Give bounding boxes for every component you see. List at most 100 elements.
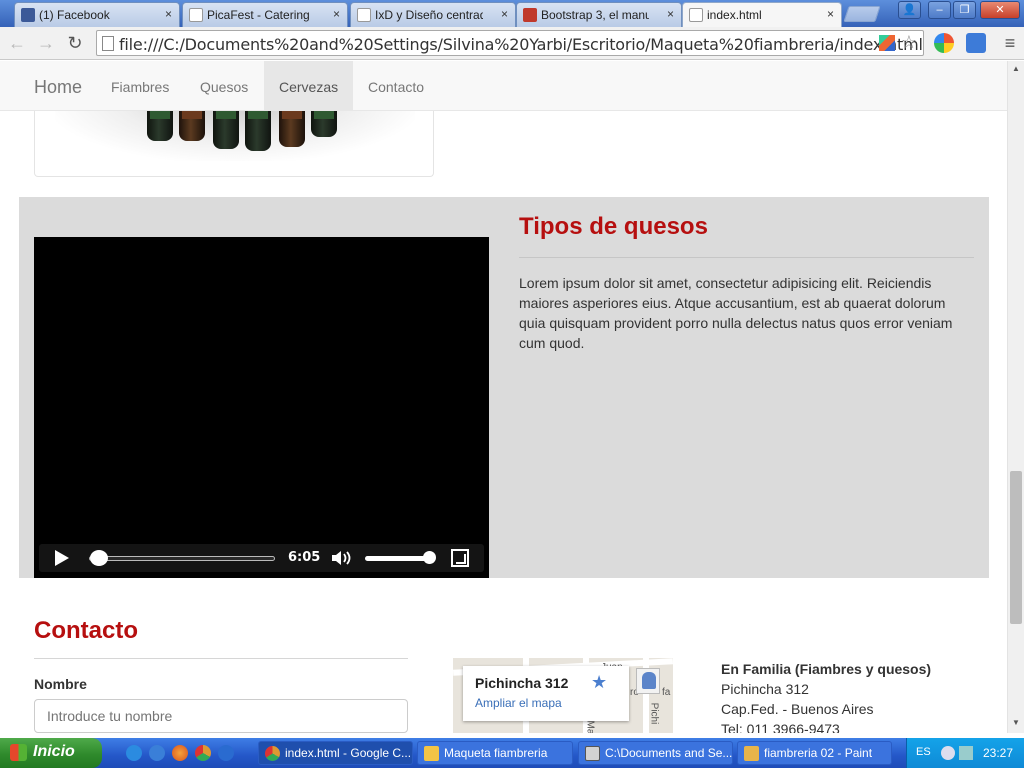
play-icon[interactable] bbox=[55, 550, 69, 566]
scroll-down-icon[interactable]: ▼ bbox=[1012, 718, 1020, 727]
task-label: index.html - Google C... bbox=[285, 746, 412, 760]
tab-label: IxD y Diseño centrado bbox=[375, 8, 483, 22]
maximize-button[interactable]: ❐ bbox=[953, 1, 976, 19]
tab-label: Bootstrap 3, el manual bbox=[541, 8, 649, 22]
location-map[interactable]: Juan Pichi Ma ro fa Pichincha 312 Amplia… bbox=[453, 658, 673, 733]
nav-cervezas[interactable]: Cervezas bbox=[264, 61, 353, 111]
extension-icon[interactable] bbox=[879, 35, 895, 51]
name-label: Nombre bbox=[34, 676, 87, 692]
start-button[interactable]: Inicio bbox=[0, 738, 102, 768]
tab-bootstrap[interactable]: Bootstrap 3, el manual × bbox=[516, 2, 682, 27]
contact-title: Contacto bbox=[34, 617, 138, 644]
windows-flag-icon bbox=[10, 744, 27, 761]
tab-facebook[interactable]: (1) Facebook × bbox=[14, 2, 180, 27]
task-label: C:\Documents and Se... bbox=[605, 746, 733, 760]
quicklaunch-ie-icon[interactable] bbox=[126, 745, 142, 761]
user-button[interactable]: 👤 bbox=[898, 1, 921, 19]
quesos-section: 6:05 Tipos de quesos Lorem ipsum dolor s… bbox=[19, 197, 989, 578]
network-icon[interactable] bbox=[959, 746, 973, 760]
divider bbox=[34, 658, 408, 659]
close-tab-icon[interactable]: × bbox=[333, 7, 340, 21]
map-place-name: Pichincha 312 bbox=[475, 675, 569, 691]
page-icon bbox=[102, 36, 114, 51]
url-text[interactable]: file:///C:/Documents%20and%20Settings/Si… bbox=[119, 35, 923, 54]
close-tab-icon[interactable]: × bbox=[827, 7, 834, 21]
save-star-icon[interactable]: ★ bbox=[591, 672, 607, 693]
browser-toolbar: ← → ↻ file:///C:/Documents%20and%20Setti… bbox=[0, 27, 1024, 60]
tab-label: (1) Facebook bbox=[39, 8, 110, 22]
map-street-label: Ma bbox=[584, 720, 596, 733]
tab-label: index.html bbox=[707, 8, 762, 22]
paint-icon bbox=[744, 746, 759, 761]
scroll-up-icon[interactable]: ▲ bbox=[1012, 64, 1020, 73]
task-chrome[interactable]: index.html - Google C... bbox=[258, 741, 413, 765]
bookmark-star-icon[interactable]: ☆ bbox=[901, 32, 917, 53]
language-indicator[interactable]: ES bbox=[916, 746, 931, 758]
map-info-card: Pichincha 312 Ampliar el mapa ★ bbox=[463, 666, 629, 721]
tab-label: PicaFest - Catering de p bbox=[207, 8, 311, 22]
name-input[interactable] bbox=[34, 699, 408, 733]
chrome-icon[interactable] bbox=[195, 745, 211, 761]
close-tab-icon[interactable]: × bbox=[501, 7, 508, 21]
folder-icon bbox=[424, 746, 439, 761]
street-view-person-icon[interactable] bbox=[636, 668, 660, 694]
tray-expand-icon[interactable] bbox=[941, 746, 955, 760]
quesos-title: Tipos de quesos bbox=[519, 213, 708, 240]
address-city: Cap.Fed. - Buenos Aires bbox=[721, 701, 874, 717]
tab-index[interactable]: index.html × bbox=[682, 2, 842, 27]
tab-picafest[interactable]: PicaFest - Catering de p × bbox=[182, 2, 348, 27]
video-controls: 6:05 bbox=[39, 544, 484, 572]
forward-button[interactable]: → bbox=[34, 31, 58, 55]
address-phone: Tel: 011 3966-9473 bbox=[721, 721, 840, 733]
seek-handle[interactable] bbox=[90, 550, 109, 566]
volume-handle[interactable] bbox=[423, 551, 436, 564]
divider bbox=[519, 257, 974, 258]
page-icon bbox=[189, 8, 203, 22]
task-paint[interactable]: fiambreria 02 - Paint bbox=[737, 741, 892, 765]
firefox-icon[interactable] bbox=[172, 745, 188, 761]
minimize-button[interactable]: – bbox=[928, 1, 951, 19]
nav-fiambres[interactable]: Fiambres bbox=[96, 61, 184, 111]
task-label: Maqueta fiambreria bbox=[444, 746, 548, 760]
reload-button[interactable]: ↻ bbox=[63, 31, 87, 55]
close-tab-icon[interactable]: × bbox=[165, 7, 172, 21]
page-viewport: Home Fiambres Quesos Cervezas Contacto 6… bbox=[0, 61, 1007, 733]
s-extension-icon[interactable] bbox=[966, 33, 986, 53]
address-bar[interactable]: file:///C:/Documents%20and%20Settings/Si… bbox=[96, 30, 924, 56]
chrome-icon bbox=[265, 746, 280, 761]
quesos-paragraph: Lorem ipsum dolor sit amet, consectetur … bbox=[519, 275, 953, 351]
nav-quesos[interactable]: Quesos bbox=[185, 61, 263, 111]
fullscreen-icon[interactable] bbox=[451, 549, 469, 567]
site-navbar: Home Fiambres Quesos Cervezas Contacto bbox=[0, 61, 1007, 111]
address-block: En Familia (Fiambres y quesos) Pichincha… bbox=[721, 659, 931, 733]
color-picker-extension-icon[interactable] bbox=[934, 33, 954, 53]
media-player-icon[interactable] bbox=[218, 745, 234, 761]
back-button[interactable]: ← bbox=[5, 31, 29, 55]
brand-home-link[interactable]: Home bbox=[34, 77, 82, 98]
nav-contacto[interactable]: Contacto bbox=[353, 61, 439, 111]
business-name: En Familia (Fiambres y quesos) bbox=[721, 661, 932, 677]
menu-icon[interactable]: ≡ bbox=[1002, 33, 1018, 53]
task-folder[interactable]: Maqueta fiambreria bbox=[417, 741, 573, 765]
page-scrollbar[interactable]: ▲ ▼ bbox=[1007, 61, 1024, 733]
browser-tab-strip: (1) Facebook × PicaFest - Catering de p … bbox=[0, 0, 1024, 27]
seek-bar[interactable] bbox=[89, 556, 275, 561]
enlarge-map-link[interactable]: Ampliar el mapa bbox=[475, 696, 562, 710]
close-tab-icon[interactable]: × bbox=[667, 7, 674, 21]
volume-icon[interactable] bbox=[331, 550, 353, 566]
scroll-thumb[interactable] bbox=[1010, 471, 1022, 624]
map-street-label: fa bbox=[662, 687, 671, 698]
quicklaunch-explorer-icon[interactable] bbox=[149, 745, 165, 761]
tab-ixd[interactable]: IxD y Diseño centrado × bbox=[350, 2, 516, 27]
new-tab-button[interactable] bbox=[843, 6, 881, 22]
map-street-label: Pichi bbox=[648, 702, 660, 725]
page-icon bbox=[689, 8, 703, 22]
close-window-button[interactable]: ✕ bbox=[980, 1, 1020, 19]
book-icon bbox=[523, 8, 537, 22]
clock: 23:27 bbox=[983, 746, 1014, 760]
address-street: Pichincha 312 bbox=[721, 681, 809, 697]
window-icon bbox=[585, 746, 600, 761]
page-icon bbox=[357, 8, 371, 22]
video-player[interactable]: 6:05 bbox=[34, 237, 489, 578]
task-documents[interactable]: C:\Documents and Se... bbox=[578, 741, 733, 765]
